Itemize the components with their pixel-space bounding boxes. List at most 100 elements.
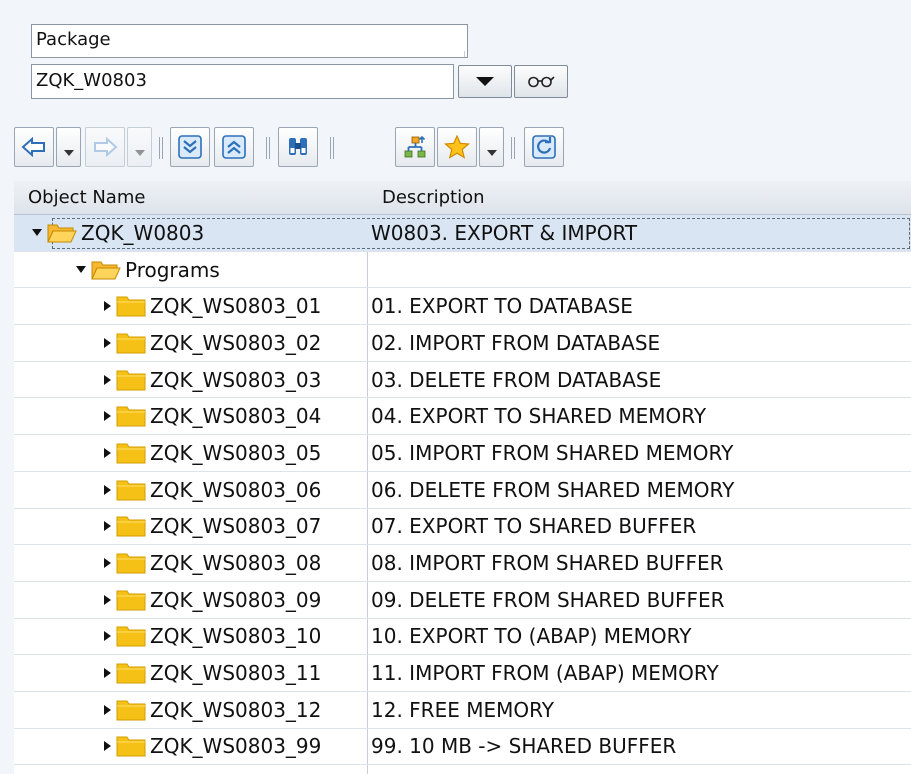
tree-row-program[interactable]: ZQK_WS0803_10 10. EXPORT TO (ABAP) MEMORY <box>14 619 911 656</box>
expand-triangle-icon[interactable] <box>76 266 86 274</box>
collapsed-triangle-icon[interactable] <box>104 668 111 679</box>
toolbar-separator <box>159 137 163 159</box>
object-navigator: Package ZQK_W0803 Object Name Descriptio… <box>0 0 911 774</box>
program-name: ZQK_WS0803_10 <box>150 624 322 649</box>
program-description: 11. IMPORT FROM (ABAP) MEMORY <box>371 661 719 686</box>
collapsed-triangle-icon[interactable] <box>104 374 111 385</box>
display-button[interactable] <box>514 65 568 98</box>
favorites-dropdown[interactable] <box>479 127 504 167</box>
program-description: 12. FREE MEMORY <box>371 697 554 722</box>
tree-row-program[interactable]: ZQK_WS0803_02 02. IMPORT FROM DATABASE <box>14 325 911 362</box>
tree-header: Object Name Description <box>14 181 911 215</box>
program-name: ZQK_WS0803_06 <box>150 477 322 502</box>
refresh-icon <box>532 135 556 159</box>
back-history-dropdown[interactable] <box>56 127 81 167</box>
star-favorites-icon <box>444 135 470 159</box>
folder-icon <box>116 590 146 611</box>
tree-row-program[interactable]: ZQK_WS0803_04 04. EXPORT TO SHARED MEMORY <box>14 398 911 436</box>
tree-row-program[interactable]: ZQK_WS0803_99 99. 10 MB -> SHARED BUFFER <box>14 729 911 766</box>
expand-all-button[interactable] <box>170 127 210 167</box>
expand-triangle-icon[interactable] <box>32 229 42 237</box>
dropdown-arrow-icon <box>63 150 74 156</box>
hierarchy-button[interactable] <box>395 127 435 167</box>
program-name: ZQK_WS0803_02 <box>150 330 322 355</box>
collapse-all-icon <box>222 135 246 159</box>
program-description: 10. EXPORT TO (ABAP) MEMORY <box>371 624 692 649</box>
object-type-select[interactable]: Package <box>31 24 468 58</box>
program-description: 01. EXPORT TO DATABASE <box>371 294 633 319</box>
favorites-button[interactable] <box>437 127 477 167</box>
collapsed-triangle-icon[interactable] <box>104 631 111 642</box>
program-name: ZQK_WS0803_03 <box>150 367 322 392</box>
toolbar-separator <box>511 137 515 159</box>
folder-icon <box>116 516 146 537</box>
column-header-object-name[interactable]: Object Name <box>28 181 145 215</box>
back-button[interactable] <box>14 127 54 167</box>
glasses-icon <box>528 75 555 87</box>
open-folder-icon <box>47 224 77 243</box>
find-button[interactable] <box>278 127 318 167</box>
program-name: ZQK_WS0803_01 <box>150 294 322 319</box>
program-description: 04. EXPORT TO SHARED MEMORY <box>371 404 707 429</box>
tree-rows: ZQK_W0803 W0803. EXPORT & IMPORT Program… <box>14 215 911 774</box>
dropdown-arrow-button[interactable] <box>464 51 467 57</box>
tree-row-program[interactable]: ZQK_WS0803_11 11. IMPORT FROM (ABAP) MEMO… <box>14 655 911 692</box>
tree-row-program[interactable]: ZQK_WS0803_06 06. DELETE FROM SHARED MEMO… <box>14 472 911 509</box>
collapsed-triangle-icon[interactable] <box>104 594 111 605</box>
hierarchy-icon <box>404 135 426 158</box>
collapsed-triangle-icon[interactable] <box>104 411 111 422</box>
tree-row-program[interactable]: ZQK_WS0803_05 05. IMPORT FROM SHARED MEMO… <box>14 435 911 472</box>
back-arrow-icon <box>21 137 45 157</box>
binoculars-find-icon <box>289 138 307 155</box>
collapsed-triangle-icon[interactable] <box>104 484 111 495</box>
dropdown-arrow-icon <box>134 150 145 156</box>
history-dropdown-button[interactable] <box>458 65 512 98</box>
tree-row-program[interactable]: ZQK_WS0803_03 03. DELETE FROM DATABASE <box>14 362 911 399</box>
collapsed-triangle-icon[interactable] <box>104 337 111 348</box>
collapse-all-button[interactable] <box>214 127 254 167</box>
tree-row-package[interactable]: ZQK_W0803 W0803. EXPORT & IMPORT <box>14 215 911 252</box>
folder-icon <box>116 700 146 721</box>
tree-row-program[interactable]: ZQK_WS0803_12 12. FREE MEMORY <box>14 692 911 729</box>
folder-icon <box>116 736 146 757</box>
column-header-description[interactable]: Description <box>382 181 485 215</box>
collapsed-triangle-icon[interactable] <box>104 558 111 569</box>
program-name: ZQK_WS0803_09 <box>150 587 322 612</box>
forward-arrow-icon <box>94 137 118 157</box>
triangle-down-icon <box>476 77 494 86</box>
tree-row-program[interactable]: ZQK_WS0803_01 01. EXPORT TO DATABASE <box>14 288 911 326</box>
group-name: Programs <box>125 257 220 282</box>
program-name: ZQK_WS0803_08 <box>150 551 322 576</box>
collapsed-triangle-icon[interactable] <box>104 301 111 312</box>
program-name: ZQK_WS0803_04 <box>150 404 322 429</box>
toolbar-separator <box>266 137 270 159</box>
empty-row <box>14 765 911 774</box>
program-name: ZQK_WS0803_07 <box>150 514 322 539</box>
object-name-input[interactable]: ZQK_W0803 <box>31 64 454 99</box>
object-type-value: Package <box>36 29 111 50</box>
expand-all-icon <box>178 135 202 159</box>
folder-icon <box>116 370 146 391</box>
forward-history-dropdown[interactable] <box>127 127 152 167</box>
tree-row-program[interactable]: ZQK_WS0803_09 09. DELETE FROM SHARED BUFF… <box>14 582 911 619</box>
dropdown-arrow-icon <box>486 150 497 156</box>
collapsed-triangle-icon[interactable] <box>104 447 111 458</box>
program-name: ZQK_WS0803_11 <box>150 661 322 686</box>
collapsed-triangle-icon[interactable] <box>104 741 111 752</box>
program-name: ZQK_WS0803_99 <box>150 734 322 759</box>
folder-icon <box>116 296 146 317</box>
open-folder-icon <box>91 261 121 280</box>
collapsed-triangle-icon[interactable] <box>104 521 111 532</box>
tree-row-programs[interactable]: Programs <box>14 252 911 289</box>
toolbar-separator <box>330 137 334 159</box>
program-description: 99. 10 MB -> SHARED BUFFER <box>371 734 677 759</box>
refresh-button[interactable] <box>524 127 564 167</box>
program-name: ZQK_WS0803_12 <box>150 697 322 722</box>
tree-row-program[interactable]: ZQK_WS0803_08 08. IMPORT FROM SHARED BUFF… <box>14 545 911 582</box>
program-description: 09. DELETE FROM SHARED BUFFER <box>371 587 725 612</box>
collapsed-triangle-icon[interactable] <box>104 704 111 715</box>
object-name-value: ZQK_W0803 <box>36 70 147 91</box>
program-description: 08. IMPORT FROM SHARED BUFFER <box>371 551 724 576</box>
forward-button[interactable] <box>85 127 125 167</box>
tree-row-program[interactable]: ZQK_WS0803_07 07. EXPORT TO SHARED BUFFER <box>14 509 911 546</box>
